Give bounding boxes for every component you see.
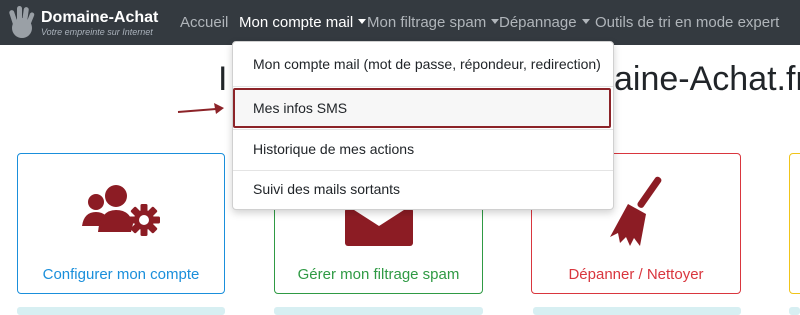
menu-item-suivi-mails-sortants[interactable]: Suivi des mails sortants (233, 169, 613, 209)
mon-compte-mail-dropdown: Mon compte mail (mot de passe, répondeur… (232, 41, 614, 210)
card-label: Dépanner / Nettoyer (568, 266, 704, 283)
page-title-right: aine-Achat.fr (614, 60, 800, 98)
menu-divider (233, 86, 613, 87)
card-footer-strip (533, 307, 741, 315)
card-configurer-compte[interactable]: Configurer mon compte (17, 153, 225, 294)
menu-item-mon-compte-mail[interactable]: Mon compte mail (mot de passe, répondeur… (233, 44, 613, 84)
menu-item-historique-actions[interactable]: Historique de mes actions (233, 129, 613, 169)
nav-item-accueil[interactable]: Accueil (180, 14, 228, 31)
page-title-left: I (218, 60, 228, 98)
brand-name[interactable]: Domaine-Achat (41, 9, 158, 27)
card-footer-strip (17, 307, 225, 315)
nav-item-depannage[interactable]: Dépannage (499, 14, 590, 31)
caret-down-icon (581, 19, 590, 24)
caret-down-icon (358, 19, 367, 24)
users-gear-icon (82, 185, 160, 236)
menu-item-mes-infos-sms[interactable]: Mes infos SMS (233, 88, 613, 128)
brand-tagline: Votre empreinte sur Internet (41, 27, 153, 37)
top-navbar: Domaine-Achat Votre empreinte sur Intern… (0, 0, 800, 45)
hand-logo-icon (9, 6, 35, 38)
nav-item-mon-compte-mail[interactable]: Mon compte mail (239, 14, 367, 31)
arrow-pointer-icon (177, 103, 224, 114)
card-label: Gérer mon filtrage spam (297, 266, 460, 283)
nav-item-mon-filtrage-spam[interactable]: Mon filtrage spam (367, 14, 500, 31)
nav-item-outils-de-tri[interactable]: Outils de tri en mode expert (595, 14, 779, 31)
card-footer-strip (274, 307, 483, 315)
broom-icon (610, 176, 662, 246)
card-label: Configurer mon compte (42, 266, 200, 283)
card-partial[interactable] (789, 153, 800, 294)
card-footer-strip (789, 307, 800, 315)
